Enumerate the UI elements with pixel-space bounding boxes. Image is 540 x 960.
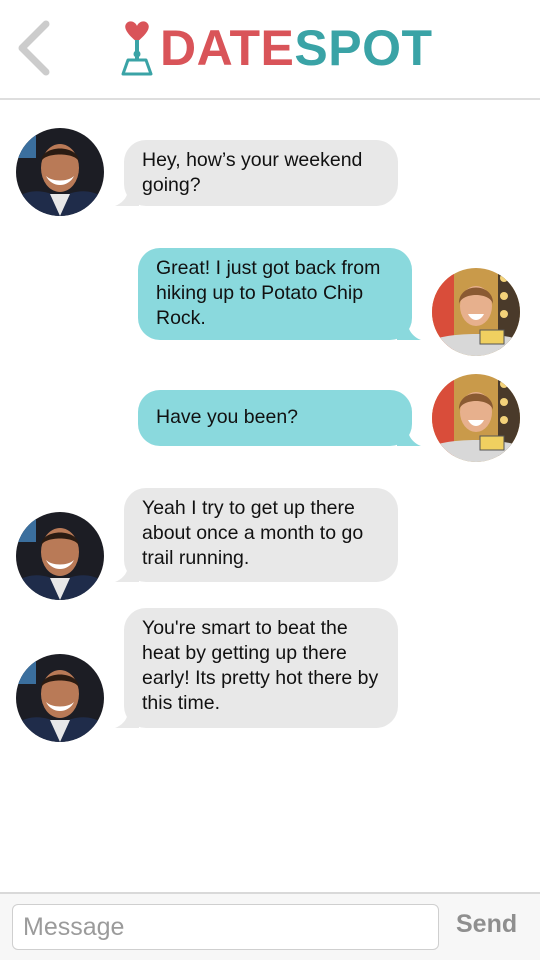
message-bubble-outgoing: Great! I just got back from hiking up to… <box>138 248 421 340</box>
heart-joystick-icon <box>121 21 153 76</box>
woman-avatar[interactable] <box>432 268 520 356</box>
chevron-left-icon <box>18 20 50 76</box>
message-bubble-outgoing: Have you been? <box>138 390 421 446</box>
conversation[interactable]: Hey, how’s your weekend going? Great! I … <box>0 102 540 892</box>
message-row: Yeah I try to get up there about once a … <box>0 488 540 600</box>
man-avatar[interactable] <box>16 128 104 216</box>
message-bubble-incoming: You're smart to beat the heat by getting… <box>115 608 398 728</box>
message-text: Have you been? <box>156 406 299 428</box>
message-text: You're smart to beat the heat by getting… <box>142 617 379 714</box>
message-row: Have you been? <box>0 374 540 464</box>
message-bubble-incoming: Yeah I try to get up there about once a … <box>115 488 398 582</box>
message-input[interactable] <box>12 904 439 950</box>
message-composer: Send <box>0 892 540 960</box>
message-text: Yeah I try to get up there about once a … <box>142 497 364 569</box>
back-button[interactable] <box>14 18 54 78</box>
app-header: DATESPOT <box>0 0 540 100</box>
app-title: DATESPOT <box>160 20 433 76</box>
message-row: Great! I just got back from hiking up to… <box>0 248 540 358</box>
message-bubble-incoming: Hey, how’s your weekend going? <box>115 140 398 206</box>
app-logo: DATESPOT <box>118 18 433 78</box>
send-button[interactable]: Send <box>456 910 517 939</box>
message-row: You're smart to beat the heat by getting… <box>0 608 540 748</box>
woman-avatar[interactable] <box>432 374 520 462</box>
man-avatar[interactable] <box>16 654 104 742</box>
message-row: Hey, how’s your weekend going? <box>0 128 540 218</box>
man-avatar[interactable] <box>16 512 104 600</box>
message-text: Hey, how’s your weekend going? <box>142 149 363 196</box>
message-text: Great! I just got back from hiking up to… <box>156 257 381 329</box>
